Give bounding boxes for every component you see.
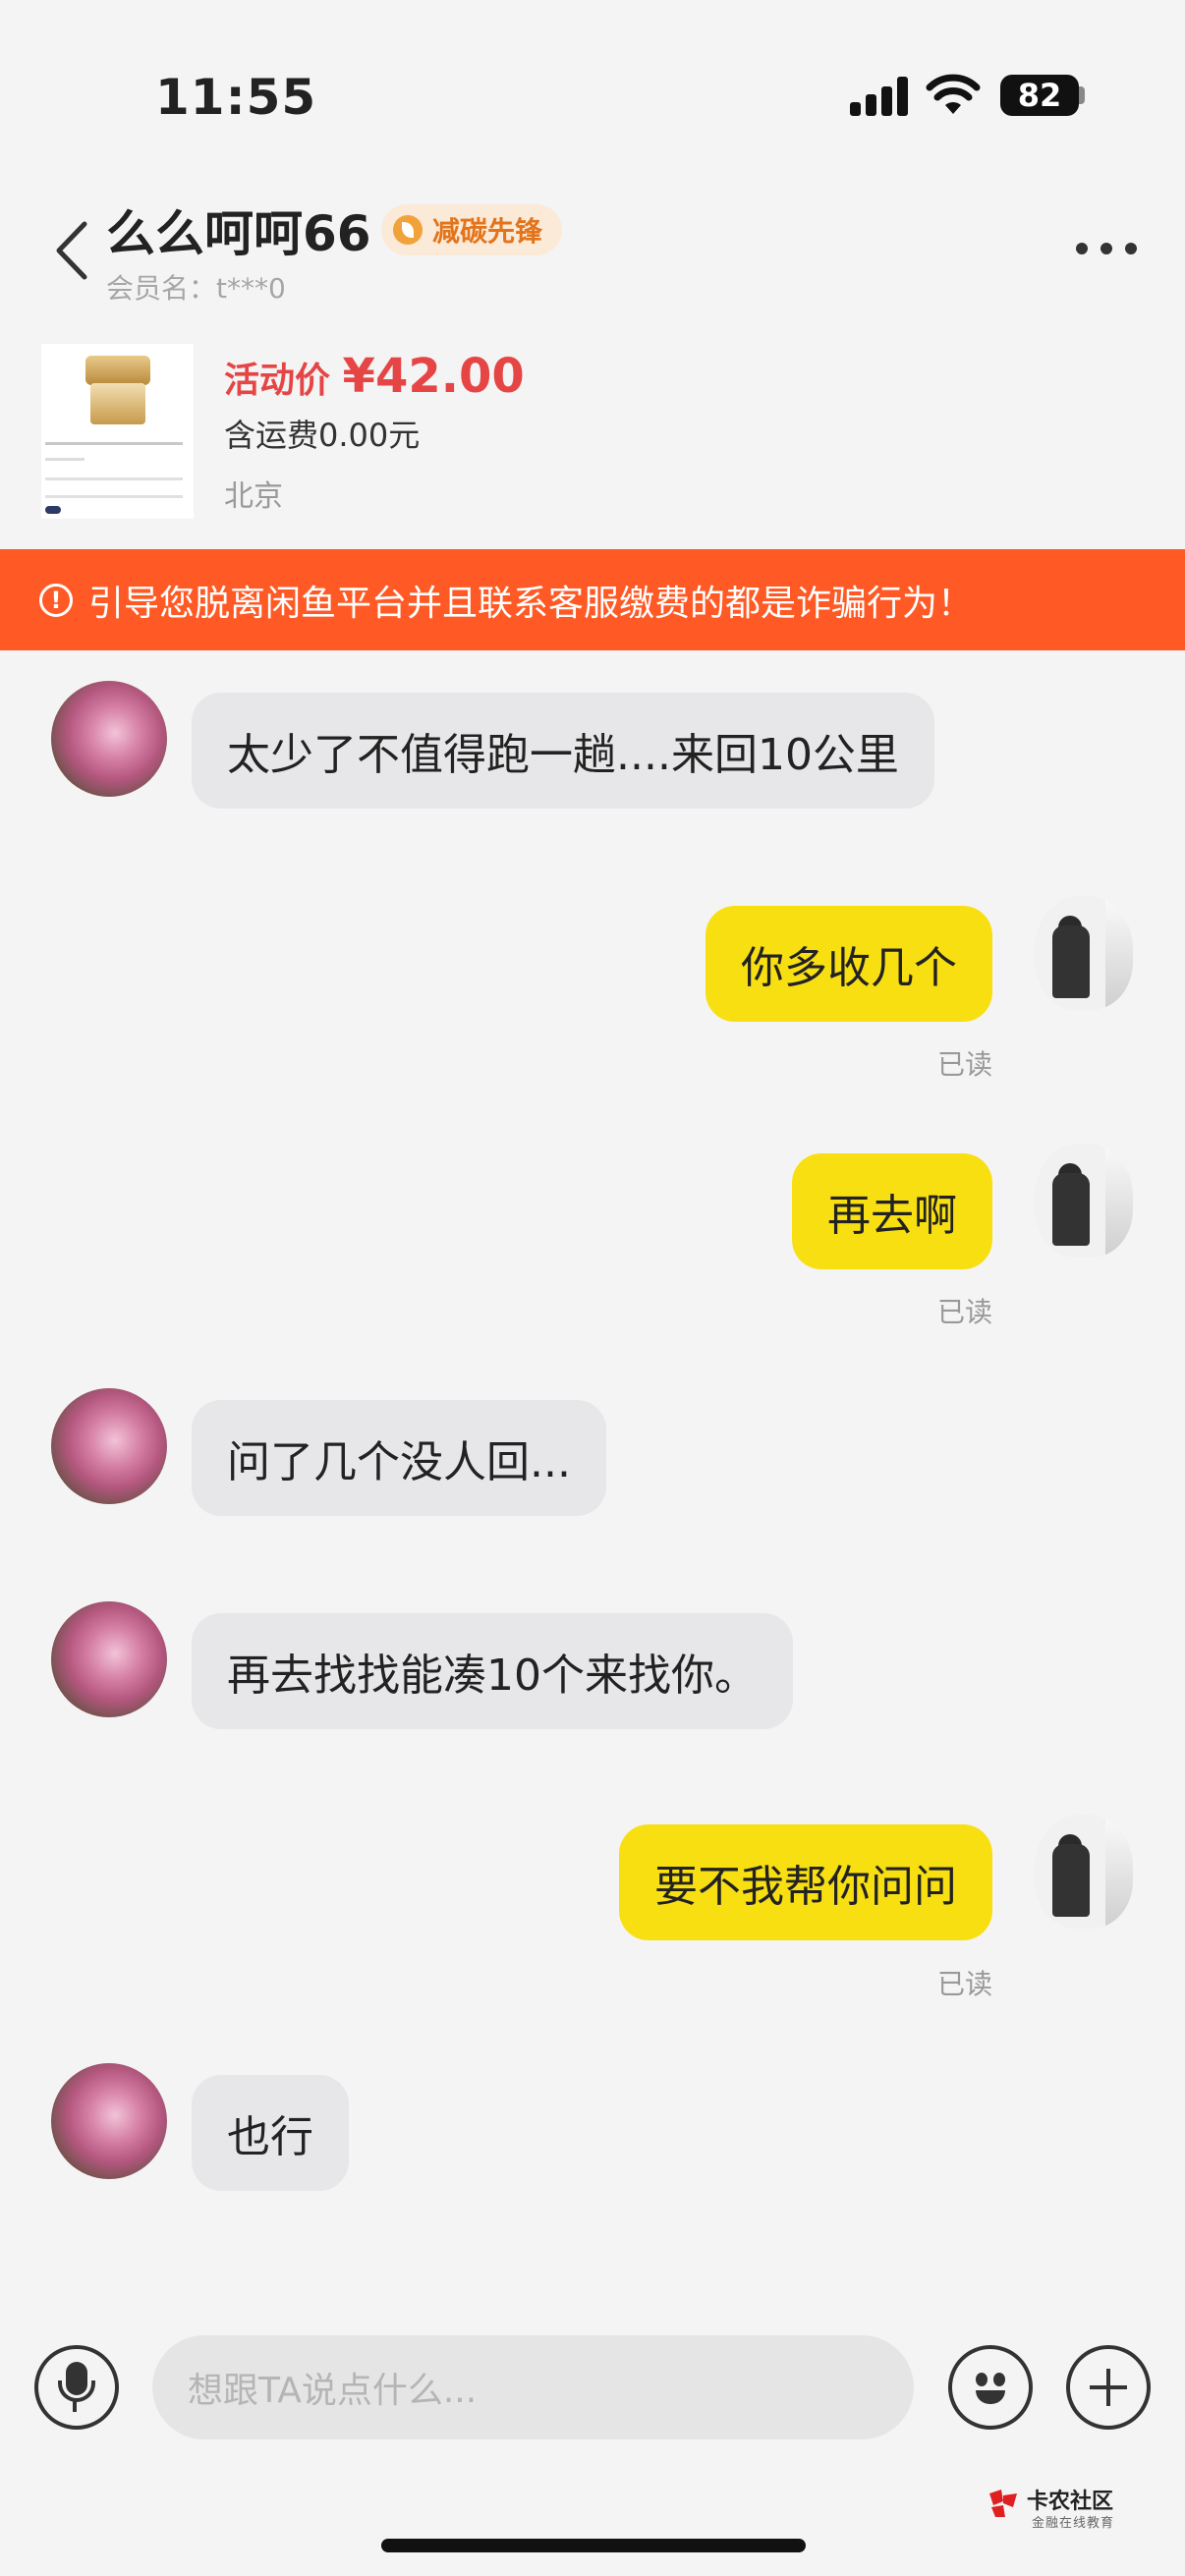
message-bubble[interactable]: 也行 [192,2075,349,2191]
emoji-eye [976,2373,988,2386]
read-status: 已读 [936,1968,992,2000]
thumb-text-line [45,477,183,480]
back-icon[interactable] [49,216,98,285]
battery-icon: 82 [1000,75,1079,116]
product-jar-body [90,383,145,424]
wifi-icon [926,74,981,114]
plus-icon-vertical [1106,2369,1110,2406]
other-avatar[interactable] [51,1601,167,1717]
message-bubble[interactable]: 你多收几个 [705,906,992,1022]
product-thumbnail[interactable] [41,344,194,519]
avatar-figure-body [1052,925,1090,998]
product-jar-lid [85,356,150,385]
price-label: 活动价 [224,361,343,401]
battery-tip [1079,86,1085,104]
message-input[interactable]: 想跟TA说点什么... [152,2335,914,2439]
member-name: 会员名：t***0 [106,272,286,305]
thumb-text-line [45,495,183,498]
avatar-figure-body [1052,1173,1090,1246]
watermark-subtitle: 金融在线教育 [1032,2516,1115,2531]
warning-icon: ! [39,583,73,617]
emoji-smile [976,2390,1005,2404]
other-avatar[interactable] [51,2063,167,2179]
thumb-text-line [45,442,183,445]
price-value: ¥42.00 [342,349,525,404]
microphone-arc [58,2380,95,2402]
self-avatar[interactable] [1035,1815,1133,1929]
other-avatar[interactable] [51,1388,167,1504]
message-bubble[interactable]: 再去找找能凑10个来找你。 [192,1613,793,1729]
home-indicator[interactable] [381,2539,806,2552]
thumb-text-line [45,458,85,461]
more-icon[interactable] [1076,243,1137,254]
read-status: 已读 [936,1296,992,1328]
fraud-warning-banner: ! 引导您脱离闲鱼平台并且联系客服缴费的都是诈骗行为！ [0,549,1185,650]
warning-text: 引导您脱离闲鱼平台并且联系客服缴费的都是诈骗行为！ [88,583,974,624]
add-button[interactable] [1066,2345,1151,2430]
avatar-wall [1105,1144,1133,1258]
message-bubble[interactable]: 太少了不值得跑一趟....来回10公里 [192,693,934,809]
carbon-badge: 减碳先锋 [381,204,563,255]
other-avatar[interactable] [51,681,167,797]
cellular-signal-icon [850,77,909,116]
product-location: 北京 [224,479,283,514]
voice-input-button[interactable] [34,2345,119,2430]
badge-label: 减碳先锋 [432,215,543,248]
shipping-fee: 含运费0.00元 [224,417,421,454]
read-status: 已读 [936,1048,992,1081]
status-time: 11:55 [155,69,317,126]
self-avatar[interactable] [1035,1144,1133,1258]
microphone-stem [73,2400,77,2412]
self-avatar[interactable] [1035,896,1133,1010]
message-bubble[interactable]: 要不我帮你问问 [619,1824,992,1940]
chat-title: 么么呵呵66 [106,205,371,262]
watermark-title: 卡农社区 [1027,2490,1114,2514]
emoji-button[interactable] [948,2345,1033,2430]
avatar-wall [1105,1815,1133,1929]
message-bubble[interactable]: 再去啊 [792,1153,992,1269]
emoji-eye [993,2373,1005,2386]
thumb-mark [45,506,61,514]
avatar-figure-body [1052,1844,1090,1917]
avatar-wall [1105,896,1133,1010]
product-price: 活动价 ¥42.00 [224,349,525,404]
kanong-logo-icon [989,2490,1017,2517]
leaf-icon [393,215,423,245]
message-bubble[interactable]: 问了几个没人回... [192,1400,606,1516]
